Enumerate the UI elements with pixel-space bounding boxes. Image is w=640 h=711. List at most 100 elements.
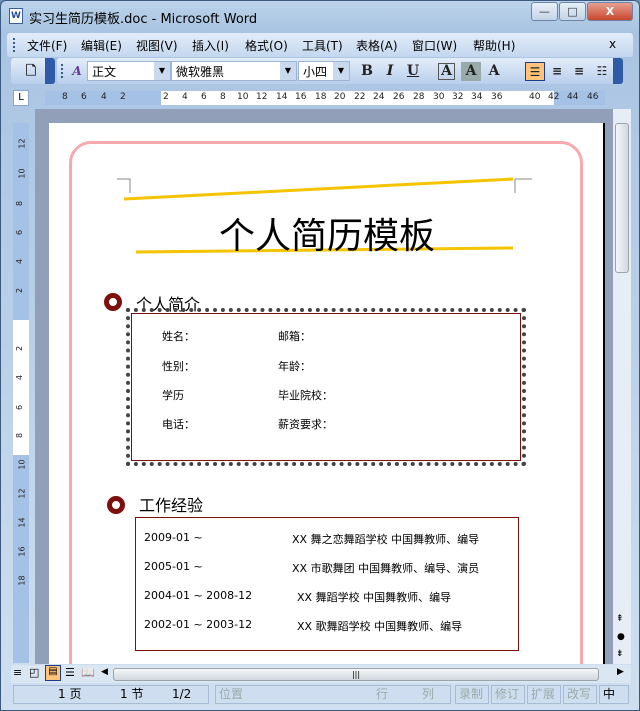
status-track-changes[interactable]: 修订 bbox=[491, 685, 525, 704]
menu-view[interactable]: 视图(V) bbox=[136, 37, 178, 54]
ruler-tick: 36 bbox=[491, 92, 503, 102]
resume-title[interactable]: 个人简历模板 bbox=[49, 207, 605, 259]
grip-handle[interactable] bbox=[61, 64, 63, 78]
normal-view-icon[interactable]: ≡ bbox=[13, 666, 22, 679]
menu-help[interactable]: 帮助(H) bbox=[473, 37, 515, 54]
status-position-info: 位置 行 列 bbox=[215, 685, 451, 704]
ruler-tick: 16 bbox=[295, 92, 307, 102]
menu-window[interactable]: 窗口(W) bbox=[412, 37, 457, 54]
status-col: 列 bbox=[422, 687, 435, 701]
field-phone[interactable]: 电话： bbox=[162, 416, 195, 432]
font-size-select[interactable]: 小四 ▼ bbox=[298, 61, 350, 81]
field-age[interactable]: 年龄： bbox=[278, 358, 311, 374]
field-email[interactable]: 邮箱： bbox=[278, 328, 311, 344]
reading-view-icon[interactable]: 📖 bbox=[81, 666, 95, 679]
experience-detail: XX 市歌舞团 中国舞教师、编导、演员 bbox=[292, 562, 480, 575]
menu-format[interactable]: 格式(O) bbox=[245, 37, 288, 54]
toolbar-options-button[interactable] bbox=[613, 58, 623, 84]
character-border-button[interactable]: A bbox=[438, 63, 455, 80]
italic-button[interactable]: I bbox=[380, 62, 400, 81]
vertical-scrollbar[interactable]: ⇞ ● ⇟ bbox=[613, 109, 631, 664]
character-scale-button[interactable]: A bbox=[484, 62, 504, 81]
font-value: 微软雅黑 bbox=[176, 65, 225, 79]
field-gender[interactable]: 性别： bbox=[162, 358, 195, 374]
status-record[interactable]: 录制 bbox=[455, 685, 489, 704]
align-center-button[interactable]: ≡ bbox=[547, 62, 567, 81]
ruler-tick: 4 bbox=[101, 92, 107, 102]
field-education[interactable]: 学历 bbox=[162, 387, 184, 403]
experience-textbox[interactable]: 2009-01 ~ XX 舞之恋舞蹈学校 中国舞教师、编导 2005-01 ~ … bbox=[135, 517, 519, 651]
distributed-button[interactable]: ☷ bbox=[592, 62, 612, 81]
profile-textbox[interactable]: 姓名： 邮箱： 性别： 年龄： 学历 毕业院校： 电话： 薪资要求： bbox=[126, 308, 526, 466]
font-size-value: 小四 bbox=[303, 65, 328, 79]
title-bar: W 实习生简历模板.doc - Microsoft Word — □ X bbox=[1, 1, 639, 31]
scroll-thumb[interactable] bbox=[615, 123, 629, 273]
formatting-toolbar: A 正文 ▼ 微软雅黑 ▼ 小四 ▼ B I U A A A ☰ ≡ ≡ ☷ bbox=[57, 58, 623, 84]
close-document-button[interactable]: x bbox=[609, 37, 616, 51]
prev-page-icon[interactable]: ⇞ bbox=[616, 614, 624, 624]
style-value: 正文 bbox=[92, 65, 117, 79]
next-page-icon[interactable]: ⇟ bbox=[616, 649, 624, 659]
chevron-down-icon[interactable]: ▼ bbox=[280, 62, 296, 80]
web-view-icon[interactable]: ◰ bbox=[29, 666, 39, 679]
menu-table[interactable]: 表格(A) bbox=[356, 37, 398, 54]
chevron-down-icon[interactable]: ▼ bbox=[333, 62, 349, 80]
ruler-tick: 2 bbox=[15, 287, 25, 294]
scroll-right-icon[interactable]: ▶ bbox=[617, 667, 624, 677]
ruler-tick: 8 bbox=[62, 92, 68, 102]
ruler-tick: 10 bbox=[237, 92, 249, 102]
menu-bar: 文件(F) 编辑(E) 视图(V) 插入(I) 格式(O) 工具(T) 表格(A… bbox=[7, 33, 633, 57]
ruler-tick: 22 bbox=[354, 92, 366, 102]
styles-icon[interactable]: A bbox=[67, 62, 87, 81]
field-name[interactable]: 姓名： bbox=[162, 328, 195, 344]
vertical-ruler[interactable]: 12 10 8 6 4 2 2 4 6 8 10 12 14 16 18 bbox=[13, 123, 29, 663]
ruler-tick: 4 bbox=[15, 374, 25, 381]
status-extend[interactable]: 扩展 bbox=[527, 685, 561, 704]
scroll-left-icon[interactable]: ◀ bbox=[101, 667, 108, 677]
status-language[interactable]: 中文 bbox=[599, 685, 629, 704]
character-shading-button[interactable]: A bbox=[461, 62, 481, 81]
underline-button[interactable]: U bbox=[403, 62, 423, 81]
section-heading-profile[interactable]: 个人简介 bbox=[136, 291, 200, 315]
horizontal-ruler[interactable]: 8 6 4 2 2 4 6 8 10 12 14 16 18 20 22 24 … bbox=[45, 91, 605, 105]
document-page[interactable]: 个人简历模板 个人简介 姓名： 邮箱： 性别： 年龄： 学历 毕业院校： 电话：… bbox=[49, 123, 605, 664]
justify-button[interactable]: ☰ bbox=[525, 62, 545, 81]
bold-button[interactable]: B bbox=[357, 62, 377, 81]
style-select[interactable]: 正文 ▼ bbox=[87, 61, 171, 81]
outline-view-icon[interactable]: ☰ bbox=[65, 666, 75, 679]
ruler-tick: 34 bbox=[471, 92, 483, 102]
tab-selector[interactable]: L bbox=[13, 90, 29, 106]
menu-file[interactable]: 文件(F) bbox=[27, 37, 67, 54]
grip-handle[interactable] bbox=[13, 38, 15, 52]
chevron-down-icon[interactable]: ▼ bbox=[154, 62, 170, 80]
ruler-tick: 14 bbox=[276, 92, 288, 102]
font-select[interactable]: 微软雅黑 ▼ bbox=[171, 61, 297, 81]
menu-insert[interactable]: 插入(I) bbox=[192, 37, 229, 54]
section-heading-experience[interactable]: 工作经验 bbox=[139, 492, 203, 516]
horizontal-scrollbar[interactable]: ||| bbox=[113, 668, 599, 681]
word-doc-icon: W bbox=[9, 8, 23, 24]
print-view-icon[interactable]: ▤ bbox=[45, 665, 61, 681]
status-page: 1 页 bbox=[58, 687, 82, 701]
status-pages: 1/2 bbox=[172, 687, 192, 701]
menu-edit[interactable]: 编辑(E) bbox=[81, 37, 122, 54]
ruler-tick: 16 bbox=[17, 546, 27, 557]
field-salary[interactable]: 薪资要求： bbox=[278, 416, 333, 432]
close-button[interactable]: X bbox=[587, 2, 633, 21]
align-right-button[interactable]: ≡ bbox=[569, 62, 589, 81]
experience-detail: XX 歌舞蹈学校 中国舞教师、编导 bbox=[297, 620, 463, 633]
circle-bullet-icon bbox=[104, 293, 122, 311]
toolbar-options-button[interactable] bbox=[45, 58, 55, 84]
ruler-tick: 42 bbox=[548, 92, 560, 102]
field-school[interactable]: 毕业院校： bbox=[278, 387, 333, 403]
minimize-button[interactable]: — bbox=[531, 2, 558, 21]
menu-tools[interactable]: 工具(T) bbox=[302, 37, 343, 54]
maximize-button[interactable]: □ bbox=[559, 2, 586, 21]
ruler-tick: 24 bbox=[373, 92, 385, 102]
document-area[interactable]: 个人简历模板 个人简介 姓名： 邮箱： 性别： 年龄： 学历 毕业院校： 电话：… bbox=[35, 109, 613, 664]
status-overtype[interactable]: 改写 bbox=[563, 685, 597, 704]
yellow-line-top bbox=[123, 177, 514, 201]
browse-object-icon[interactable]: ● bbox=[617, 632, 625, 642]
ruler-tick: 18 bbox=[315, 92, 327, 102]
new-document-icon[interactable]: 🗋 bbox=[21, 62, 41, 81]
